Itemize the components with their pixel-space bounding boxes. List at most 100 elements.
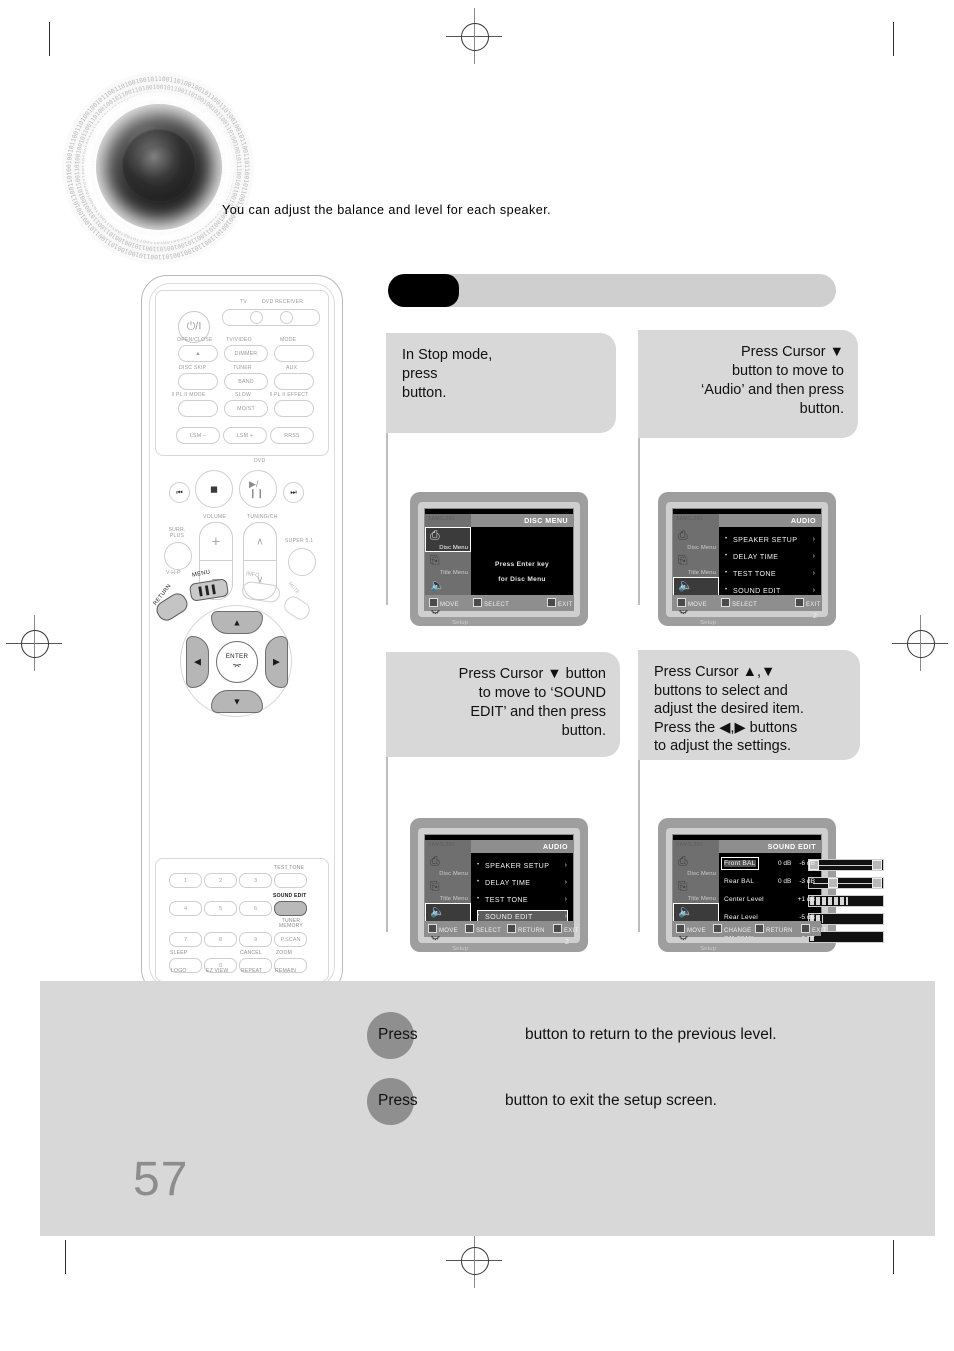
key-2[interactable]: 2: [204, 873, 237, 888]
sound-edit-row[interactable]: Center Level +1 dB: [722, 892, 884, 909]
osd-row-label: DELAY TIME: [733, 553, 779, 561]
navigation-pad: ▲ ▼ ◀ ▶ ENTER ⌤: [180, 605, 292, 717]
osd-sidebar-item-disc-menu[interactable]: ⎙ Disc Menu: [673, 527, 719, 552]
key-7[interactable]: 7: [169, 932, 202, 947]
open-close-button[interactable]: ▲: [178, 345, 218, 362]
key-1[interactable]: 1: [169, 873, 202, 888]
osd-sidebar-item-disc-menu[interactable]: ⎙ Disc Menu: [425, 853, 471, 878]
key-3-label: 3: [253, 877, 258, 884]
key-6[interactable]: 6: [239, 901, 272, 916]
plii-mode-button[interactable]: [178, 400, 218, 417]
bullet-icon: •: [477, 862, 480, 868]
mo-st-button[interactable]: MO/ST: [224, 400, 268, 417]
title-menu-icon: ⎘: [678, 879, 688, 893]
osd-menu-row[interactable]: • TEST TONE ›: [725, 567, 816, 581]
key-3[interactable]: 3: [239, 873, 272, 888]
osd-sidebar-item-title-menu[interactable]: ⎘ Title Menu: [425, 878, 471, 903]
osd-menu-row[interactable]: • SPEAKER SETUP ›: [477, 859, 568, 873]
osd-footer-move: MOVE: [676, 924, 706, 934]
sound-edit-row[interactable]: Front BAL 0 dB -6 dB: [721, 856, 884, 873]
osd-sidebar-item-disc-menu[interactable]: ⎙ Disc Menu: [425, 527, 471, 552]
key-5[interactable]: 5: [204, 901, 237, 916]
lsm-plus-button[interactable]: LSM +: [223, 427, 267, 444]
osd-row-label: SOUND EDIT: [733, 587, 781, 595]
remote-top-section: ⏻/I TV DVD RECEIVER OPEN/CLOSE ▲ TV/VIDE…: [155, 290, 329, 456]
super51-button[interactable]: [288, 548, 316, 576]
surr-plus-button[interactable]: [164, 542, 192, 570]
sound-edit-db-value: +1 dB: [797, 896, 815, 903]
sound-edit-button[interactable]: [274, 901, 307, 916]
osd-footer-return: RETURN: [507, 924, 545, 934]
stop-button[interactable]: ■: [195, 470, 233, 508]
osd-footer-move: MOVE: [428, 924, 458, 934]
osd-sidebar-label: Disc Menu: [687, 871, 716, 877]
osd-menu-row[interactable]: • TEST TONE ›: [477, 893, 568, 907]
osd-sidebar-item-disc-menu[interactable]: ⎙ Disc Menu: [673, 853, 719, 878]
volume-up-button[interactable]: +: [199, 522, 233, 562]
enter-icon: [465, 924, 474, 933]
step-4-box: Press Cursor ▲,▼ buttons to select and adj…: [638, 650, 860, 760]
osd-sidebar: ⎙Disc Menu⎘Title Menu🔈Audio⚙Setup: [673, 853, 719, 952]
chevron-right-icon: ›: [564, 896, 567, 903]
osd-footer-return: RETURN: [755, 924, 793, 934]
lsm-minus-label: LSM –: [189, 432, 207, 439]
osd-footer-select: SELECT: [721, 598, 757, 608]
title-menu-icon: ⎘: [678, 553, 688, 567]
test-tone-button[interactable]: [274, 873, 307, 888]
slider-knob-right[interactable]: [872, 878, 882, 888]
osd-sidebar-item-title-menu[interactable]: ⎘ Title Menu: [673, 552, 719, 577]
sound-edit-bar[interactable]: [808, 877, 884, 889]
slider-knob-left[interactable]: [827, 878, 838, 888]
bullet-icon: •: [725, 553, 728, 559]
cursor-left-button[interactable]: ◀: [186, 636, 209, 688]
tuning-up-button[interactable]: ∧: [243, 522, 277, 562]
lsm-minus-button[interactable]: LSM –: [176, 427, 220, 444]
plii-effect-button[interactable]: [274, 400, 314, 417]
rrss-button[interactable]: RRSS: [270, 427, 314, 444]
osd-brand: SAMSUNG: [428, 842, 456, 848]
cursor-up-button[interactable]: ▲: [211, 611, 263, 634]
title-menu-icon: ⎘: [430, 553, 440, 567]
tv-dvd-selector[interactable]: [222, 309, 320, 326]
cursor-right-button[interactable]: ▶: [265, 636, 288, 688]
cursor-down-button[interactable]: ▼: [211, 690, 263, 713]
play-pause-button[interactable]: ▶/❙❙: [239, 470, 277, 508]
osd-header-title: DISC MENU: [524, 516, 568, 525]
bullet-icon: •: [477, 913, 480, 919]
enter-button[interactable]: ENTER ⌤: [216, 641, 258, 683]
sound-edit-bar[interactable]: [808, 859, 884, 871]
key-9[interactable]: 9: [239, 932, 272, 947]
osd-sidebar-label: Setup: [452, 946, 468, 952]
sound-edit-bar[interactable]: [808, 895, 884, 907]
osd-body: • SPEAKER SETUP › • DELAY TIME › • TEST TONE › • S…: [471, 853, 573, 946]
osd-header-title: SOUND EDIT: [767, 842, 816, 851]
band-button[interactable]: BAND: [224, 373, 268, 390]
sound-edit-row[interactable]: Rear BAL 0 dB -3 dB: [722, 874, 884, 891]
mode-button[interactable]: [274, 345, 314, 362]
slider-knob-right[interactable]: [872, 860, 882, 870]
osd-sidebar-label: Disc Menu: [687, 545, 716, 551]
dvd-select-dot[interactable]: [280, 311, 293, 324]
bullet-icon: •: [477, 879, 480, 885]
next-button[interactable]: ⏭: [283, 482, 304, 503]
key-4[interactable]: 4: [169, 901, 202, 916]
osd-menu-row[interactable]: • DELAY TIME ›: [477, 876, 568, 890]
sound-edit-label: Rear BAL: [724, 878, 755, 885]
dpad-icon: [677, 598, 686, 607]
disc-skip-button[interactable]: [178, 373, 218, 390]
osd-footer-select: SELECT: [473, 598, 509, 608]
osd-sidebar: ⎙Disc Menu⎘Title Menu🔈Audio⚙Setup: [425, 853, 471, 952]
osd-sidebar-item-title-menu[interactable]: ⎘ Title Menu: [673, 878, 719, 903]
tv-select-dot[interactable]: [250, 311, 263, 324]
osd-sidebar-item-title-menu[interactable]: ⎘ Title Menu: [425, 552, 471, 577]
aux-button[interactable]: [274, 373, 314, 390]
key-8[interactable]: 8: [204, 932, 237, 947]
osd-row-label: TEST TONE: [733, 570, 777, 578]
prev-button[interactable]: ⏮: [169, 482, 190, 503]
pscan-button[interactable]: P.SCAN: [274, 932, 307, 947]
dimmer-button[interactable]: DIMMER: [224, 345, 268, 362]
osd-menu-row[interactable]: • SPEAKER SETUP ›: [725, 533, 816, 547]
osd-menu-row[interactable]: • DELAY TIME ›: [725, 550, 816, 564]
sound-edit-db-value: -3 dB: [799, 878, 815, 885]
repeat-label: REPEAT: [241, 968, 263, 974]
